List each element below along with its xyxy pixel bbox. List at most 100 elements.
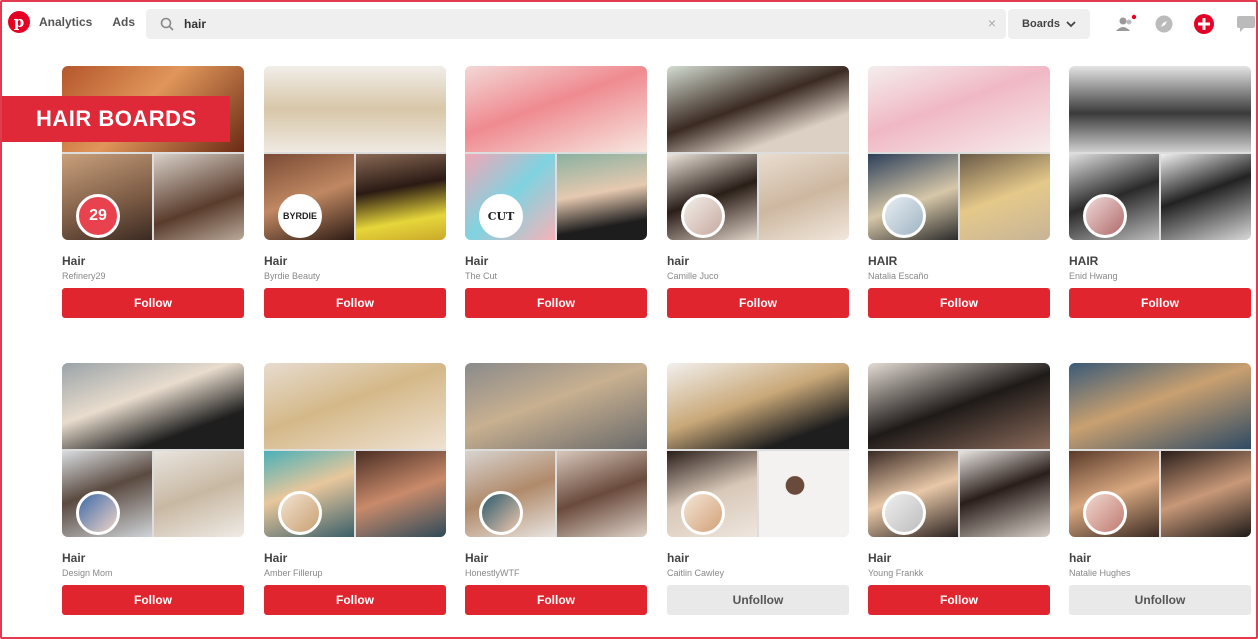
owner-avatar[interactable]: [479, 491, 523, 535]
cover-image: [667, 363, 849, 449]
pinterest-logo-icon[interactable]: p: [8, 11, 30, 33]
board-card[interactable]: hair Caitlin Cawley Unfollow: [667, 363, 849, 615]
owner-avatar[interactable]: [278, 491, 322, 535]
board-owner[interactable]: Amber Fillerup: [264, 568, 446, 578]
board-title[interactable]: Hair: [465, 551, 647, 565]
unfollow-button[interactable]: Unfollow: [667, 585, 849, 615]
board-owner[interactable]: The Cut: [465, 271, 647, 281]
board-title[interactable]: Hair: [868, 551, 1050, 565]
owner-avatar[interactable]: 29: [76, 194, 120, 238]
owner-avatar[interactable]: [1083, 491, 1127, 535]
board-cover-collage[interactable]: [667, 66, 849, 240]
cover-image: [465, 66, 647, 152]
explore-compass-icon[interactable]: [1152, 12, 1176, 36]
board-card[interactable]: Hair Young Frankk Follow: [868, 363, 1050, 615]
board-cover-collage[interactable]: [868, 66, 1050, 240]
follow-button[interactable]: Follow: [62, 585, 244, 615]
cover-image: [1069, 66, 1251, 152]
cover-image: [264, 66, 446, 152]
board-title[interactable]: HAIR: [868, 254, 1050, 268]
board-card[interactable]: Hair Design Mom Follow: [62, 363, 244, 615]
board-title[interactable]: HAIR: [1069, 254, 1251, 268]
board-owner[interactable]: Refinery29: [62, 271, 244, 281]
search-input[interactable]: [184, 17, 944, 31]
board-title[interactable]: hair: [667, 254, 849, 268]
board-card[interactable]: hair Camille Juco Follow: [667, 66, 849, 318]
board-cover-collage[interactable]: BYRDIE: [264, 66, 446, 240]
clear-search-icon[interactable]: ×: [988, 15, 996, 31]
thumbnail-image: [154, 451, 244, 537]
people-notifications-icon[interactable]: [1114, 12, 1138, 36]
search-scope-dropdown[interactable]: Boards: [1008, 9, 1090, 39]
board-owner[interactable]: Design Mom: [62, 568, 244, 578]
thumbnail-image: [557, 154, 647, 240]
owner-avatar[interactable]: [681, 491, 725, 535]
follow-button[interactable]: Follow: [62, 288, 244, 318]
cover-image: [62, 363, 244, 449]
follow-button[interactable]: Follow: [465, 288, 647, 318]
follow-button[interactable]: Follow: [667, 288, 849, 318]
board-title[interactable]: Hair: [264, 254, 446, 268]
board-cover-collage[interactable]: [1069, 363, 1251, 537]
board-cover-collage[interactable]: 29: [62, 66, 244, 240]
search-icon: [152, 9, 182, 39]
board-cover-collage[interactable]: CUT: [465, 66, 647, 240]
thumbnail-image: [356, 451, 446, 537]
board-card[interactable]: BYRDIE Hair Byrdie Beauty Follow: [264, 66, 446, 318]
follow-button[interactable]: Follow: [264, 288, 446, 318]
follow-button[interactable]: Follow: [1069, 288, 1251, 318]
owner-avatar[interactable]: BYRDIE: [278, 194, 322, 238]
the-cut-logo-icon: CUT: [487, 209, 515, 223]
thumbnail-image: [154, 154, 244, 240]
board-owner[interactable]: HonestlyWTF: [465, 568, 647, 578]
board-card[interactable]: HAIR Enid Hwang Follow: [1069, 66, 1251, 318]
board-title[interactable]: Hair: [264, 551, 446, 565]
thumbnail-image: [1161, 154, 1251, 240]
board-title[interactable]: Hair: [62, 551, 244, 565]
board-card[interactable]: HAIR Natalia Escaño Follow: [868, 66, 1050, 318]
thumbnail-image: [960, 451, 1050, 537]
board-cover-collage[interactable]: [465, 363, 647, 537]
owner-avatar[interactable]: [681, 194, 725, 238]
owner-avatar[interactable]: [882, 194, 926, 238]
cover-image: [1069, 363, 1251, 449]
board-title[interactable]: hair: [1069, 551, 1251, 565]
board-cover-collage[interactable]: [264, 363, 446, 537]
board-cover-collage[interactable]: [62, 363, 244, 537]
search-bar: ×: [146, 9, 1006, 39]
board-card[interactable]: Hair Amber Fillerup Follow: [264, 363, 446, 615]
board-cover-collage[interactable]: [868, 363, 1050, 537]
follow-button[interactable]: Follow: [868, 288, 1050, 318]
nav-ads-link[interactable]: Ads: [112, 15, 135, 29]
board-owner[interactable]: Enid Hwang: [1069, 271, 1251, 281]
search-scope-label: Boards: [1022, 18, 1060, 30]
board-owner[interactable]: Byrdie Beauty: [264, 271, 446, 281]
board-owner[interactable]: Natalie Hughes: [1069, 568, 1251, 578]
board-title[interactable]: Hair: [465, 254, 647, 268]
board-cover-collage[interactable]: [1069, 66, 1251, 240]
board-card[interactable]: Hair HonestlyWTF Follow: [465, 363, 647, 615]
cover-image: [465, 363, 647, 449]
owner-avatar[interactable]: [882, 491, 926, 535]
cover-image: [264, 363, 446, 449]
create-plus-icon[interactable]: [1192, 12, 1216, 36]
owner-avatar[interactable]: CUT: [479, 194, 523, 238]
follow-button[interactable]: Follow: [868, 585, 1050, 615]
board-card[interactable]: CUT Hair The Cut Follow: [465, 66, 647, 318]
owner-avatar[interactable]: [76, 491, 120, 535]
board-title[interactable]: Hair: [62, 254, 244, 268]
messages-icon[interactable]: [1234, 12, 1258, 36]
follow-button[interactable]: Follow: [465, 585, 647, 615]
board-title[interactable]: hair: [667, 551, 849, 565]
follow-button[interactable]: Follow: [264, 585, 446, 615]
board-owner[interactable]: Camille Juco: [667, 271, 849, 281]
thumbnail-image: [759, 451, 849, 537]
owner-avatar[interactable]: [1083, 194, 1127, 238]
board-owner[interactable]: Caitlin Cawley: [667, 568, 849, 578]
unfollow-button[interactable]: Unfollow: [1069, 585, 1251, 615]
board-cover-collage[interactable]: [667, 363, 849, 537]
board-owner[interactable]: Young Frankk: [868, 568, 1050, 578]
board-card[interactable]: hair Natalie Hughes Unfollow: [1069, 363, 1251, 615]
board-owner[interactable]: Natalia Escaño: [868, 271, 1050, 281]
nav-analytics-link[interactable]: Analytics: [39, 15, 92, 29]
